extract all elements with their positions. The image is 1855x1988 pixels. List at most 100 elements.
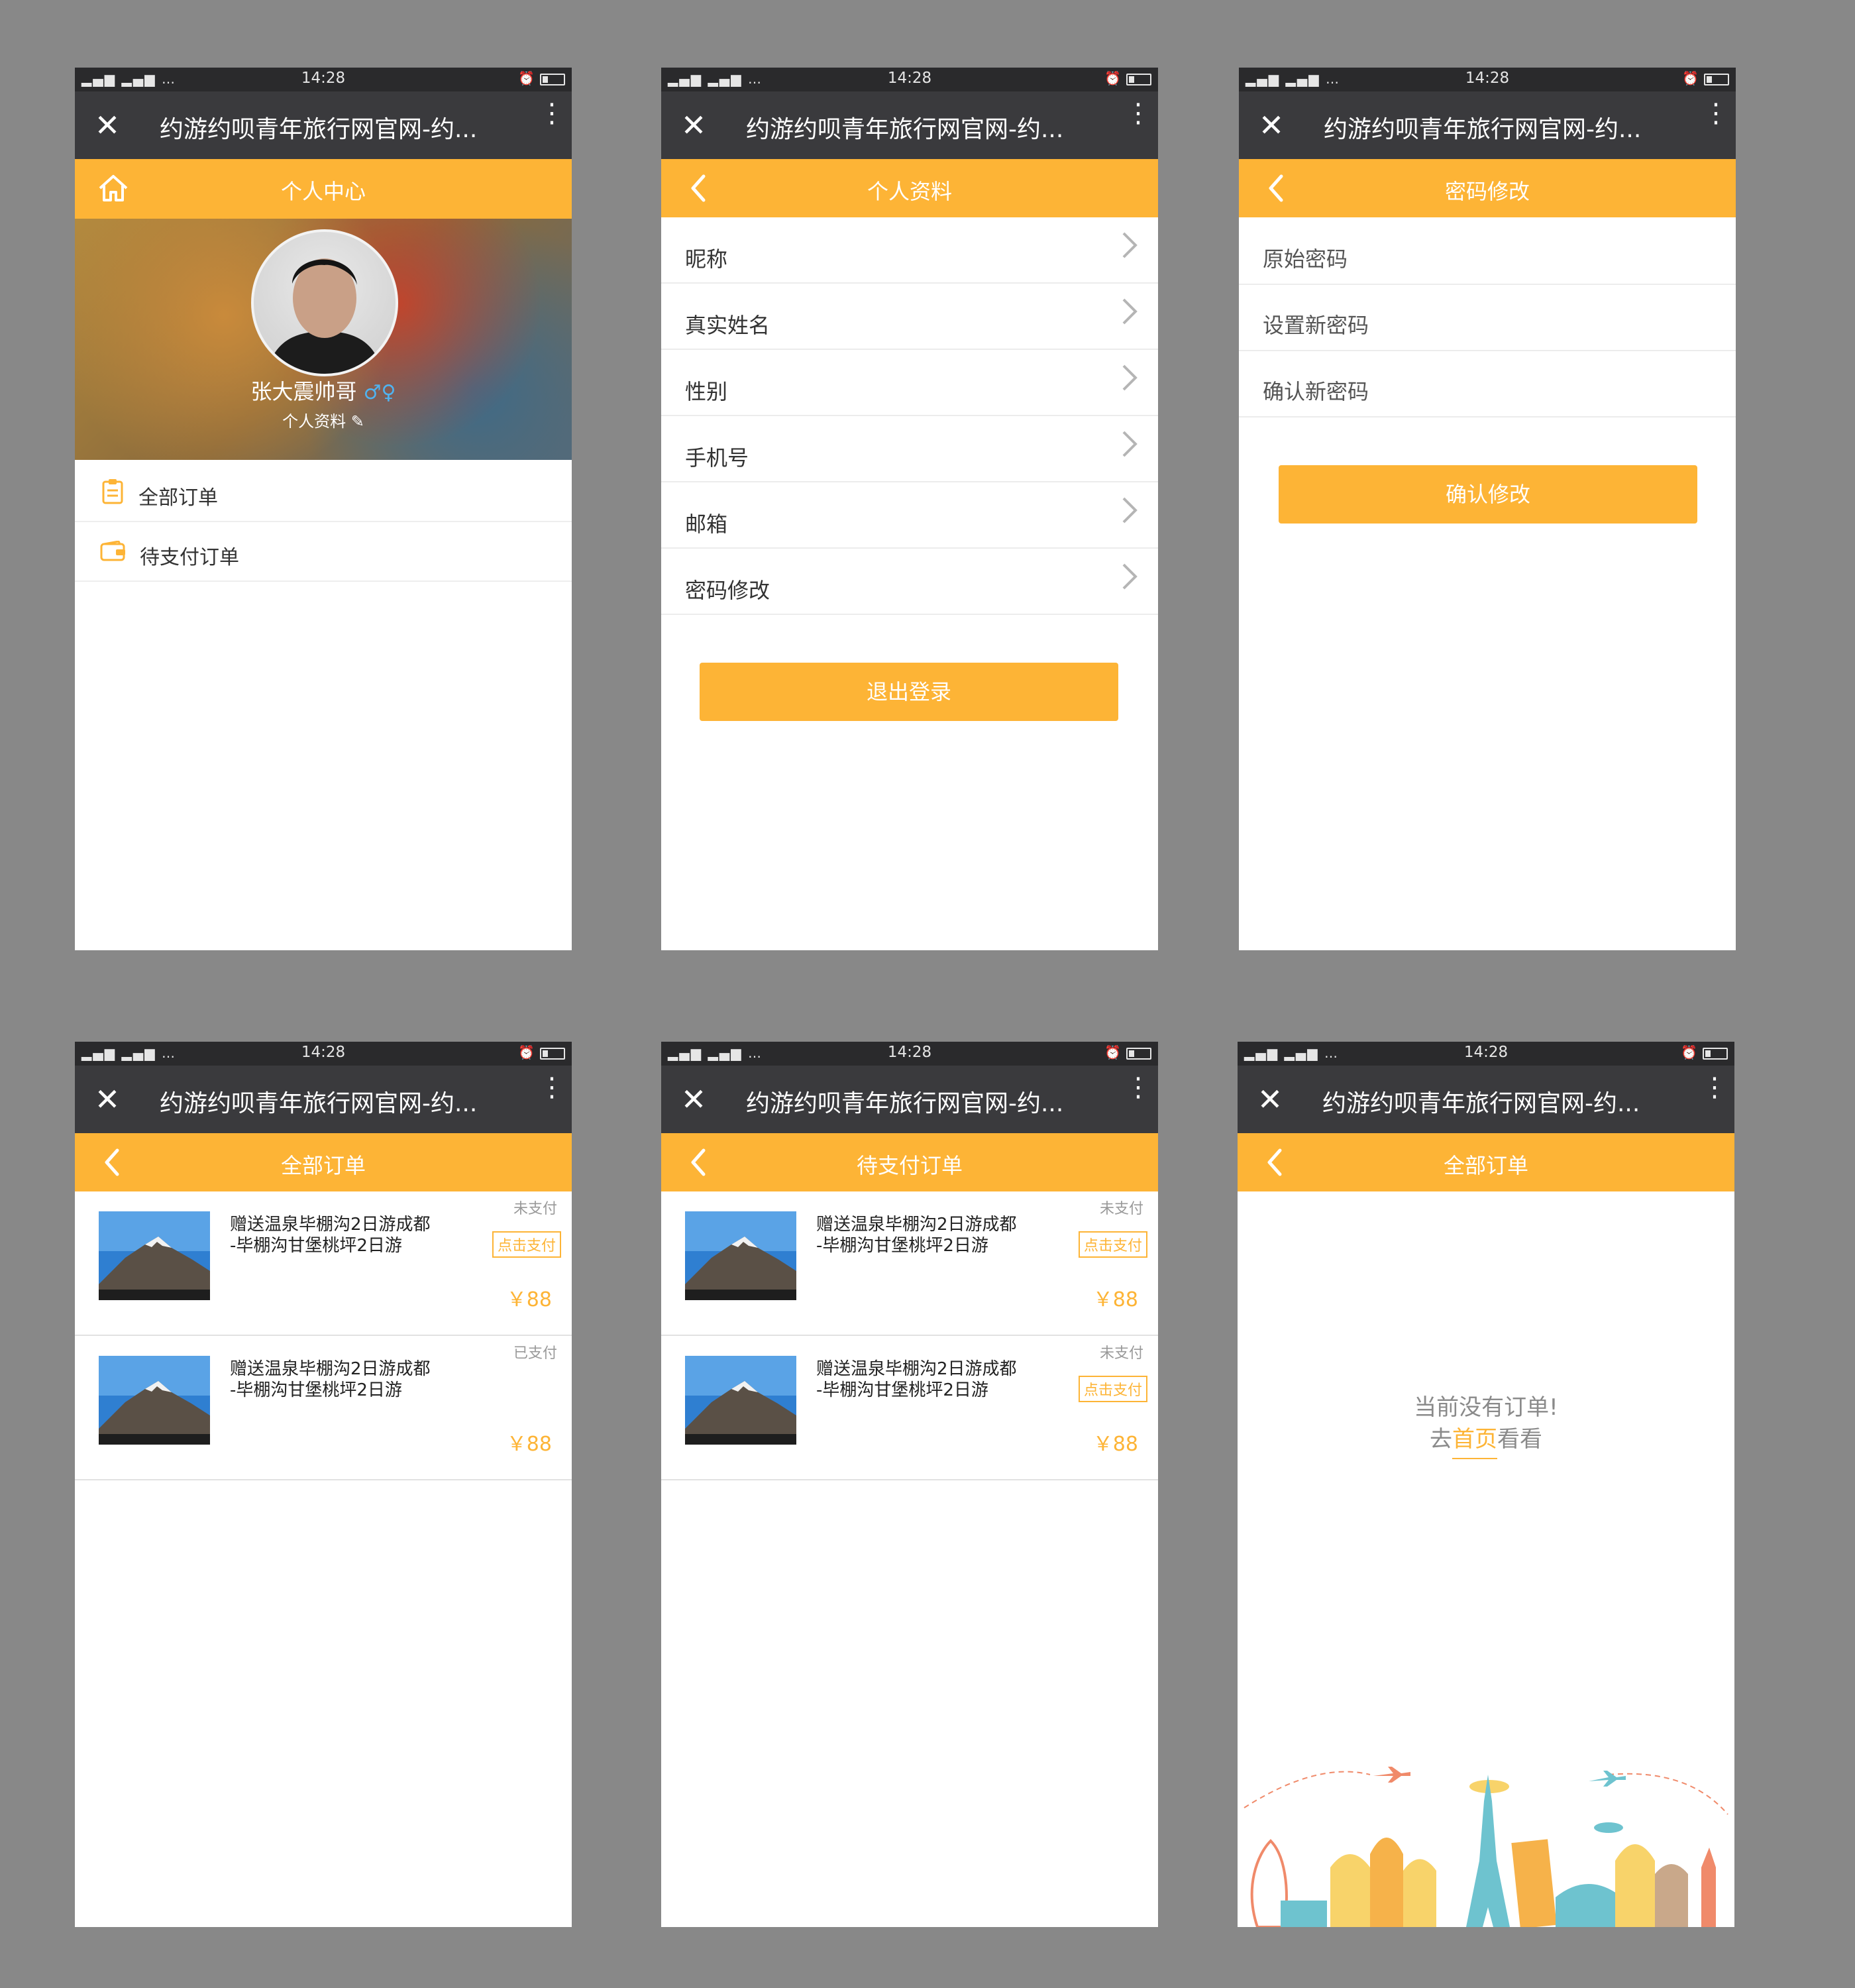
order-title-line2: -毕棚沟甘堡桃坪2日游 [816,1380,988,1400]
screen-password-change: ▂▄▆ ▂▄▆ … 14:28 ⏰ ✕ 约游约呗青年旅行网官网-约... ⋮ 密… [1239,68,1736,950]
more-menu-icon[interactable]: ⋮ [1125,100,1151,144]
confirm-password-field[interactable]: 确认新密码 [1239,350,1736,417]
browser-title: 约游约呗青年旅行网官网-约... [746,116,1064,143]
order-price: ￥88 [506,1433,552,1456]
battery-icon: ⏰ [1104,70,1151,86]
order-item[interactable]: 赠送温泉毕棚沟2日游成都 -毕棚沟甘堡桃坪2日游 未支付 点击支付 ￥88 [661,1191,1158,1336]
page-header: 密码修改 [1239,159,1736,217]
order-title: 赠送温泉毕棚沟2日游成都 -毕棚沟甘堡桃坪2日游 [816,1214,1017,1256]
browser-title-bar: ✕ 约游约呗青年旅行网官网-约... ⋮ [1239,91,1736,159]
status-bar: ▂▄▆ ▂▄▆ … 14:28 ⏰ [661,1042,1158,1066]
avatar[interactable] [251,229,398,376]
menu-item-label: 全部订单 [138,486,218,510]
pay-button[interactable]: 点击支付 [492,1231,561,1258]
screen-personal-info: ▂▄▆ ▂▄▆ … 14:28 ⏰ ✕ 约游约呗青年旅行网官网-约... ⋮ 个… [661,68,1158,950]
field-label: 密码修改 [685,578,770,603]
tour-thumbnail [99,1356,210,1445]
page-header: 全部订单 [1238,1133,1734,1191]
page-title: 个人中心 [280,179,366,204]
home-link[interactable]: 首页 [1452,1426,1497,1459]
field-label: 手机号 [685,445,749,470]
status-bar: ▂▄▆ ▂▄▆ … 14:28 ⏰ [661,68,1158,91]
more-menu-icon[interactable]: ⋮ [1703,100,1729,144]
close-icon[interactable]: ✕ [1253,1083,1287,1116]
screen-empty-orders: ▂▄▆ ▂▄▆ … 14:28 ⏰ ✕ 约游约呗青年旅行网官网-约... ⋮ 全… [1238,1042,1734,1927]
alarm-icon: ⏰ [1104,1044,1121,1060]
browser-title-bar: ✕ 约游约呗青年旅行网官网-约... ⋮ [661,1066,1158,1133]
more-menu-icon[interactable]: ⋮ [539,1074,565,1119]
travel-landmarks-illustration [1244,1767,1728,1927]
order-title: 赠送温泉毕棚沟2日游成都 -毕棚沟甘堡桃坪2日游 [816,1358,1017,1401]
avatar-portrait-icon [267,258,382,374]
alarm-icon: ⏰ [518,1044,535,1060]
order-item[interactable]: 赠送温泉毕棚沟2日游成都 -毕棚沟甘堡桃坪2日游 未支付 点击支付 ￥88 [75,1191,572,1336]
page-header: 全部订单 [75,1133,572,1191]
alarm-icon: ⏰ [518,70,535,86]
username: 张大震帅哥 ♂♀ [75,375,572,406]
page-title: 个人资料 [867,179,952,204]
field-real-name[interactable]: 真实姓名 [661,284,1158,350]
field-email[interactable]: 邮箱 [661,482,1158,549]
chevron-right-icon [1122,431,1138,457]
status-time: 14:28 [1463,1044,1509,1061]
more-menu-icon[interactable]: ⋮ [539,100,565,144]
close-icon[interactable]: ✕ [677,1083,710,1116]
field-label: 性别 [685,379,728,404]
field-change-password[interactable]: 密码修改 [661,549,1158,615]
profile-link-label: 个人资料 [282,412,346,431]
alarm-icon: ⏰ [1104,70,1121,86]
alarm-icon: ⏰ [1682,70,1699,86]
close-icon[interactable]: ✕ [91,109,124,142]
order-title-line2: -毕棚沟甘堡桃坪2日游 [230,1380,402,1400]
page-header: 个人中心 [75,159,572,219]
battery-icon: ⏰ [1682,70,1729,86]
tour-thumbnail [685,1356,796,1445]
menu-item-all-orders[interactable]: 全部订单 [75,463,572,522]
order-item[interactable]: 赠送温泉毕棚沟2日游成都 -毕棚沟甘堡桃坪2日游 未支付 点击支付 ￥88 [661,1336,1158,1480]
profile-link[interactable]: 个人资料 ✎ [75,408,572,431]
alarm-icon: ⏰ [1681,1044,1697,1060]
order-price: ￥88 [506,1288,552,1311]
order-title-line1: 赠送温泉毕棚沟2日游成都 [816,1359,1017,1379]
status-time: 14:28 [887,70,932,87]
browser-title-bar: ✕ 约游约呗青年旅行网官网-约... ⋮ [75,91,572,159]
new-password-placeholder: 设置新密码 [1263,313,1369,338]
close-icon[interactable]: ✕ [677,109,710,142]
browser-title: 约游约呗青年旅行网官网-约... [160,1090,478,1117]
order-item[interactable]: 赠送温泉毕棚沟2日游成都 -毕棚沟甘堡桃坪2日游 已支付 ￥88 [75,1336,572,1480]
profile-banner: 张大震帅哥 ♂♀ 个人资料 ✎ [75,219,572,460]
close-icon[interactable]: ✕ [91,1083,124,1116]
new-password-field[interactable]: 设置新密码 [1239,284,1736,351]
status-bar: ▂▄▆ ▂▄▆ … 14:28 ⏰ [1239,68,1736,91]
chevron-right-icon [1122,563,1138,590]
status-bar: ▂▄▆ ▂▄▆ … 14:28 ⏰ [75,68,572,91]
old-password-field[interactable]: 原始密码 [1239,217,1736,285]
chevron-right-icon [1122,364,1138,391]
pay-button[interactable]: 点击支付 [1078,1231,1147,1258]
field-gender[interactable]: 性别 [661,350,1158,416]
battery-icon: ⏰ [518,70,565,86]
status-bar: ▂▄▆ ▂▄▆ … 14:28 ⏰ [1238,1042,1734,1066]
confirm-change-button[interactable]: 确认修改 [1279,465,1697,524]
battery-icon: ⏰ [1104,1044,1151,1060]
browser-title: 约游约呗青年旅行网官网-约... [1322,1090,1640,1117]
more-menu-icon[interactable]: ⋮ [1701,1074,1728,1119]
order-status: 未支付 [513,1201,557,1217]
more-menu-icon[interactable]: ⋮ [1125,1074,1151,1119]
gender-icon: ♂♀ [363,381,396,404]
screen-pending-orders: ▂▄▆ ▂▄▆ … 14:28 ⏰ ✕ 约游约呗青年旅行网官网-约... ⋮ 待… [661,1042,1158,1927]
status-bar: ▂▄▆ ▂▄▆ … 14:28 ⏰ [75,1042,572,1066]
field-nickname[interactable]: 昵称 [661,217,1158,284]
status-time: 14:28 [887,1044,932,1061]
field-phone[interactable]: 手机号 [661,416,1158,482]
pay-button[interactable]: 点击支付 [1078,1376,1147,1402]
logout-button[interactable]: 退出登录 [700,663,1118,721]
browser-title: 约游约呗青年旅行网官网-约... [160,116,478,143]
status-time: 14:28 [1465,70,1510,87]
tour-thumbnail [99,1211,210,1300]
menu-item-label: 待支付订单 [140,546,239,569]
menu-item-pending-orders[interactable]: 待支付订单 [75,522,572,582]
order-price: ￥88 [1092,1288,1138,1311]
close-icon[interactable]: ✕ [1255,109,1288,142]
status-time: 14:28 [301,70,346,87]
